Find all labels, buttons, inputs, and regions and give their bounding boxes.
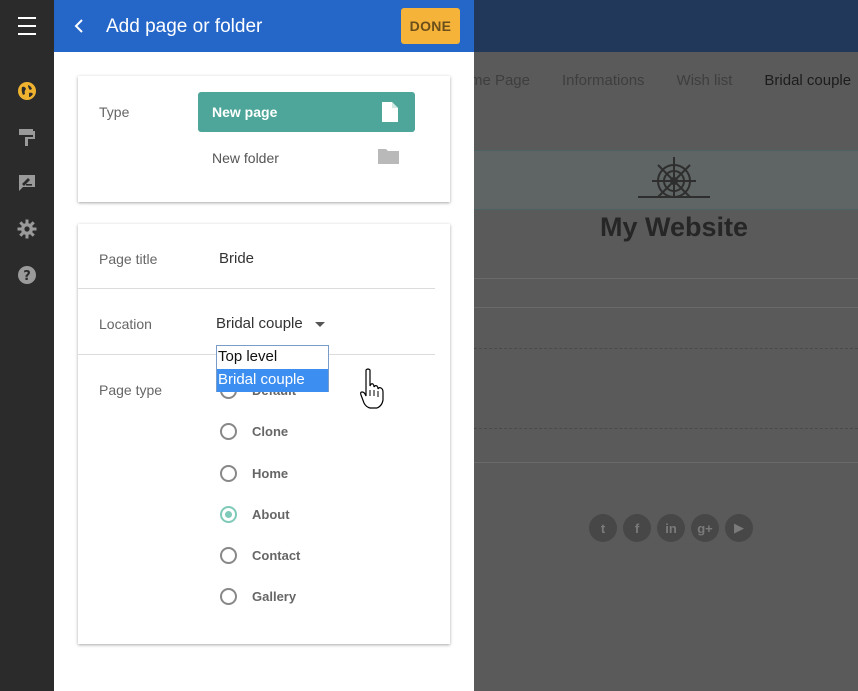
twitter-icon: t	[589, 514, 617, 542]
radio-label: About	[252, 506, 290, 522]
site-topbar	[474, 0, 858, 52]
radio-label: Home	[252, 465, 289, 481]
site-nav-item: Home Page	[474, 72, 530, 89]
ship-wheel-logo	[638, 157, 710, 198]
page-type-home[interactable]: Home	[220, 463, 288, 483]
panel-header: Add page or folder DONE	[54, 0, 474, 52]
site-nav: Home Page Informations Wish list Bridal …	[474, 72, 858, 108]
help-icon[interactable]: ?	[0, 257, 54, 293]
radio-label: Gallery	[252, 588, 297, 604]
globe-icon[interactable]	[0, 73, 54, 109]
divider	[474, 428, 858, 429]
page-type-contact[interactable]: Contact	[220, 545, 300, 565]
radio-icon	[220, 587, 237, 605]
add-page-panel: Add page or folder DONE Type New page Ne…	[54, 0, 474, 691]
location-value: Bridal couple	[216, 314, 303, 332]
radio-icon	[220, 546, 237, 564]
page-type-gallery[interactable]: Gallery	[220, 586, 296, 606]
hand-cursor-icon	[360, 368, 384, 409]
new-page-button[interactable]: New page	[198, 92, 415, 132]
location-option-top-level[interactable]: Top level	[217, 346, 328, 369]
site-header-banner	[474, 150, 858, 210]
radio-icon	[220, 464, 237, 482]
radio-label: Clone	[252, 423, 289, 439]
panel-title: Add page or folder	[106, 16, 263, 37]
gear-icon[interactable]	[0, 211, 54, 247]
divider	[474, 278, 858, 279]
page-title-label: Page title	[99, 251, 158, 267]
site-nav-item: Informations	[562, 72, 645, 89]
paint-roller-icon[interactable]	[0, 119, 54, 155]
done-button[interactable]: DONE	[401, 8, 460, 44]
page-type-label: Page type	[99, 382, 163, 398]
location-select[interactable]: Bridal couple	[216, 313, 325, 333]
location-dropdown: Top level Bridal couple	[216, 345, 329, 392]
type-label: Type	[99, 104, 130, 120]
site-nav-item: Wish list	[676, 72, 733, 89]
document-icon	[382, 102, 398, 127]
new-folder-label: New folder	[212, 150, 279, 166]
folder-icon	[378, 148, 399, 169]
page-type-about[interactable]: About	[220, 504, 290, 524]
location-label: Location	[99, 316, 152, 332]
linkedin-icon: in	[657, 514, 685, 542]
sidebar-rail: ?	[0, 0, 54, 691]
youtube-icon: ▶	[725, 514, 753, 542]
new-folder-option[interactable]: New folder	[198, 142, 415, 172]
google-plus-icon: g+	[691, 514, 719, 542]
site-nav-item: Bridal couple	[764, 72, 852, 89]
divider	[474, 348, 858, 349]
feedback-icon[interactable]	[0, 165, 54, 201]
divider	[474, 462, 858, 463]
chevron-down-icon	[314, 321, 325, 327]
page-form-card: Page title Bride Location Bridal couple …	[78, 224, 450, 644]
back-arrow-icon[interactable]	[68, 14, 92, 38]
facebook-icon: f	[623, 514, 651, 542]
menu-icon[interactable]	[0, 8, 54, 44]
svg-text:?: ?	[23, 269, 31, 284]
type-card: Type New page New folder	[78, 76, 450, 202]
divider	[474, 307, 858, 308]
new-page-label: New page	[212, 104, 278, 120]
radio-label: Contact	[252, 547, 301, 563]
site-title: My Website	[599, 212, 749, 242]
location-option-bridal-couple[interactable]: Bridal couple	[217, 369, 328, 392]
site-preview: Home Page Informations Wish list Bridal …	[474, 0, 858, 691]
divider	[78, 288, 435, 289]
radio-selected-icon	[220, 505, 237, 523]
page-title-input[interactable]: Bride	[219, 250, 254, 267]
page-type-clone[interactable]: Clone	[220, 421, 288, 441]
social-icons: t f in g+ ▶	[589, 514, 753, 542]
radio-icon	[220, 422, 237, 440]
